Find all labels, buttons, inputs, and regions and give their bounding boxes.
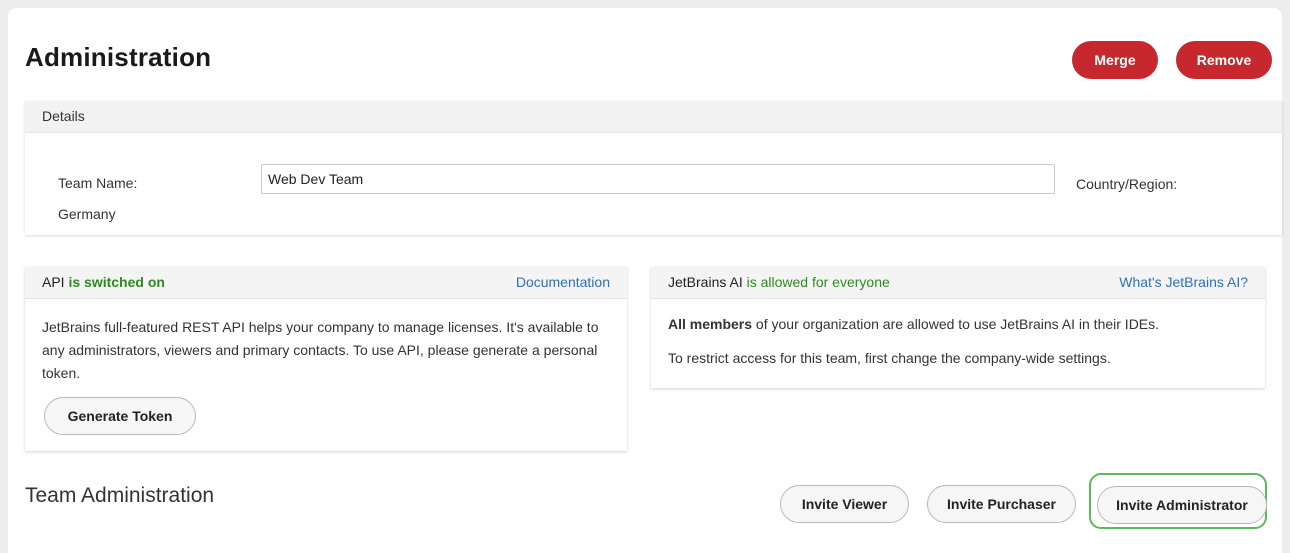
remove-button[interactable]: Remove [1176,41,1272,79]
ai-card-body: All members of your organization are all… [651,299,1265,368]
team-administration-title: Team Administration [25,484,215,507]
ai-label: JetBrains AI [668,274,743,290]
country-label: Country/Region: [1076,176,1178,192]
api-card-body: JetBrains full-featured REST API helps y… [25,299,627,385]
merge-button[interactable]: Merge [1072,41,1158,79]
invite-administrator-button[interactable]: Invite Administrator [1097,486,1267,524]
api-label: API [42,274,65,290]
ai-card: JetBrains AI is allowed for everyone Wha… [651,267,1265,388]
page-title: Administration [25,42,212,72]
api-card-header: API is switched on Documentation [25,267,627,299]
documentation-link[interactable]: Documentation [516,267,610,298]
whats-jetbrains-ai-link[interactable]: What's JetBrains AI? [1119,267,1248,298]
ai-card-header: JetBrains AI is allowed for everyone Wha… [651,267,1265,299]
details-card: Details Team Name: Country/Region: Germa… [25,101,1282,235]
country-value: Germany [58,206,116,222]
ai-members-text: All members of your organization are all… [668,314,1248,334]
team-name-label: Team Name: [58,175,138,191]
generate-token-button[interactable]: Generate Token [44,397,196,435]
team-name-input[interactable] [261,164,1055,194]
ai-status: is allowed for everyone [746,274,890,290]
admin-page: Administration Merge Remove Details Team… [8,8,1282,553]
ai-restrict-note: To restrict access for this team, first … [668,350,1111,366]
api-status: is switched on [68,274,165,290]
ai-members-rest: of your organization are allowed to use … [752,316,1160,332]
invite-purchaser-button[interactable]: Invite Purchaser [927,485,1076,523]
ai-members-bold: All members [668,316,753,332]
api-description: JetBrains full-featured REST API helps y… [42,319,599,381]
invite-viewer-button[interactable]: Invite Viewer [780,485,909,523]
details-header: Details [25,101,1282,133]
api-card: API is switched on Documentation JetBrai… [25,267,627,451]
